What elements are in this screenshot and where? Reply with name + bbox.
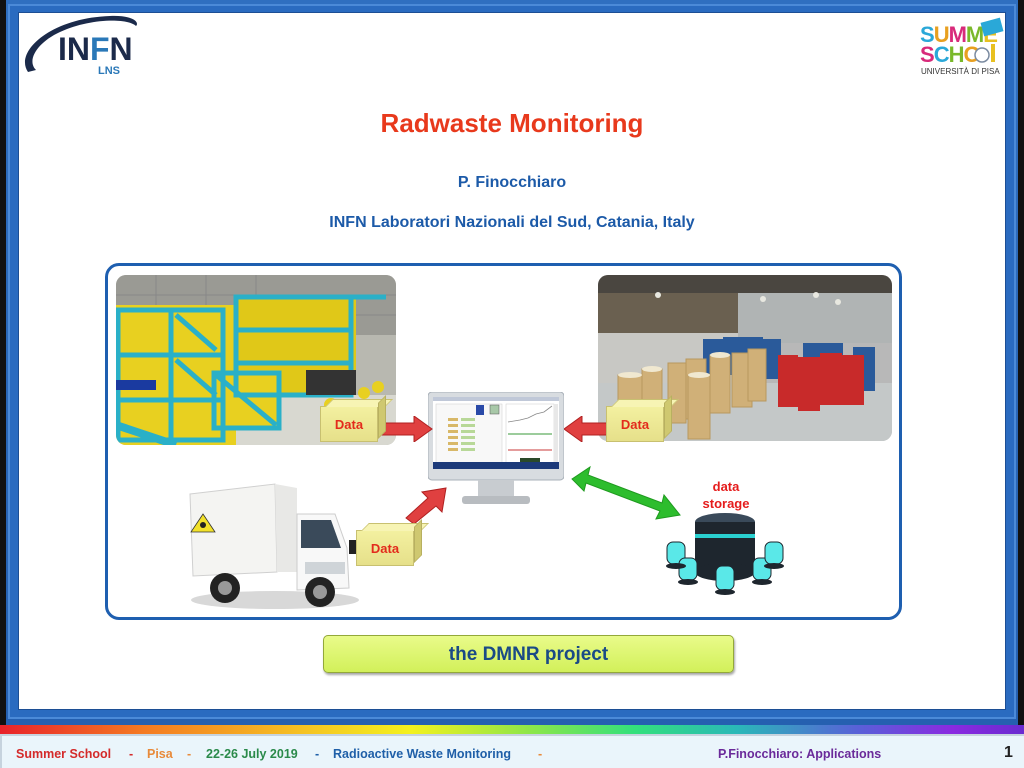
data-box-label: Data [620,417,650,432]
data-box-truck: Data [356,530,414,566]
svg-text:SCHO: SCHO [920,42,980,67]
data-storage-label-line1: data [712,479,740,494]
summer-school-subtitle: UNIVERSITÀ DI PISA [921,67,1000,76]
data-storage-label: data storage [686,478,766,512]
rainbow-divider [0,725,1024,734]
slide-footer: Summer School - Pisa - 22-26 July 2019 -… [0,734,1024,768]
data-box-label: Data [334,417,364,432]
author-affiliation: INFN Laboratori Nazionali del Sud, Catan… [329,214,695,231]
footer-place: Pisa [147,747,173,761]
lns-logo-text: LNS [98,65,120,77]
data-storage-label-line2: storage [702,496,750,511]
dmnr-project-label: the DMNR project [448,644,609,665]
arrow-truck-to-computer [405,487,447,524]
footer-topic: Radioactive Waste Monitoring [333,747,512,761]
footer-event: Summer School [16,747,112,761]
data-storage-image [666,513,784,595]
author-name: P. Finocchiaro [457,174,567,191]
data-box-label: Data [370,541,400,556]
transport-truck-image [189,483,359,609]
infn-logo-text: INFN [58,31,133,67]
footer-separator: - [129,747,134,761]
footer-separator: - [538,747,543,761]
footer-separator: - [315,747,320,761]
footer-speaker: P.Finocchiaro: Applications [718,747,882,761]
arrow-warehouse-to-computer [378,416,433,442]
slide-title: Radwaste Monitoring [380,108,644,138]
data-box-storage-hall: Data [606,406,664,442]
arrow-hall-to-computer [564,416,612,442]
dmnr-project-button[interactable]: the DMNR project [323,635,734,673]
footer-separator: - [187,747,192,761]
infn-logo: INFN LNS [24,15,137,77]
bidirectional-arrow-computer-storage [571,465,681,520]
summer-school-logo: SUMME SCHO UNIVERSITÀ DI PISA [920,17,1004,76]
footer-dates: 22-26 July 2019 [206,747,298,761]
data-box-warehouse: Data [320,406,378,442]
page-number: 1 [1004,744,1013,761]
